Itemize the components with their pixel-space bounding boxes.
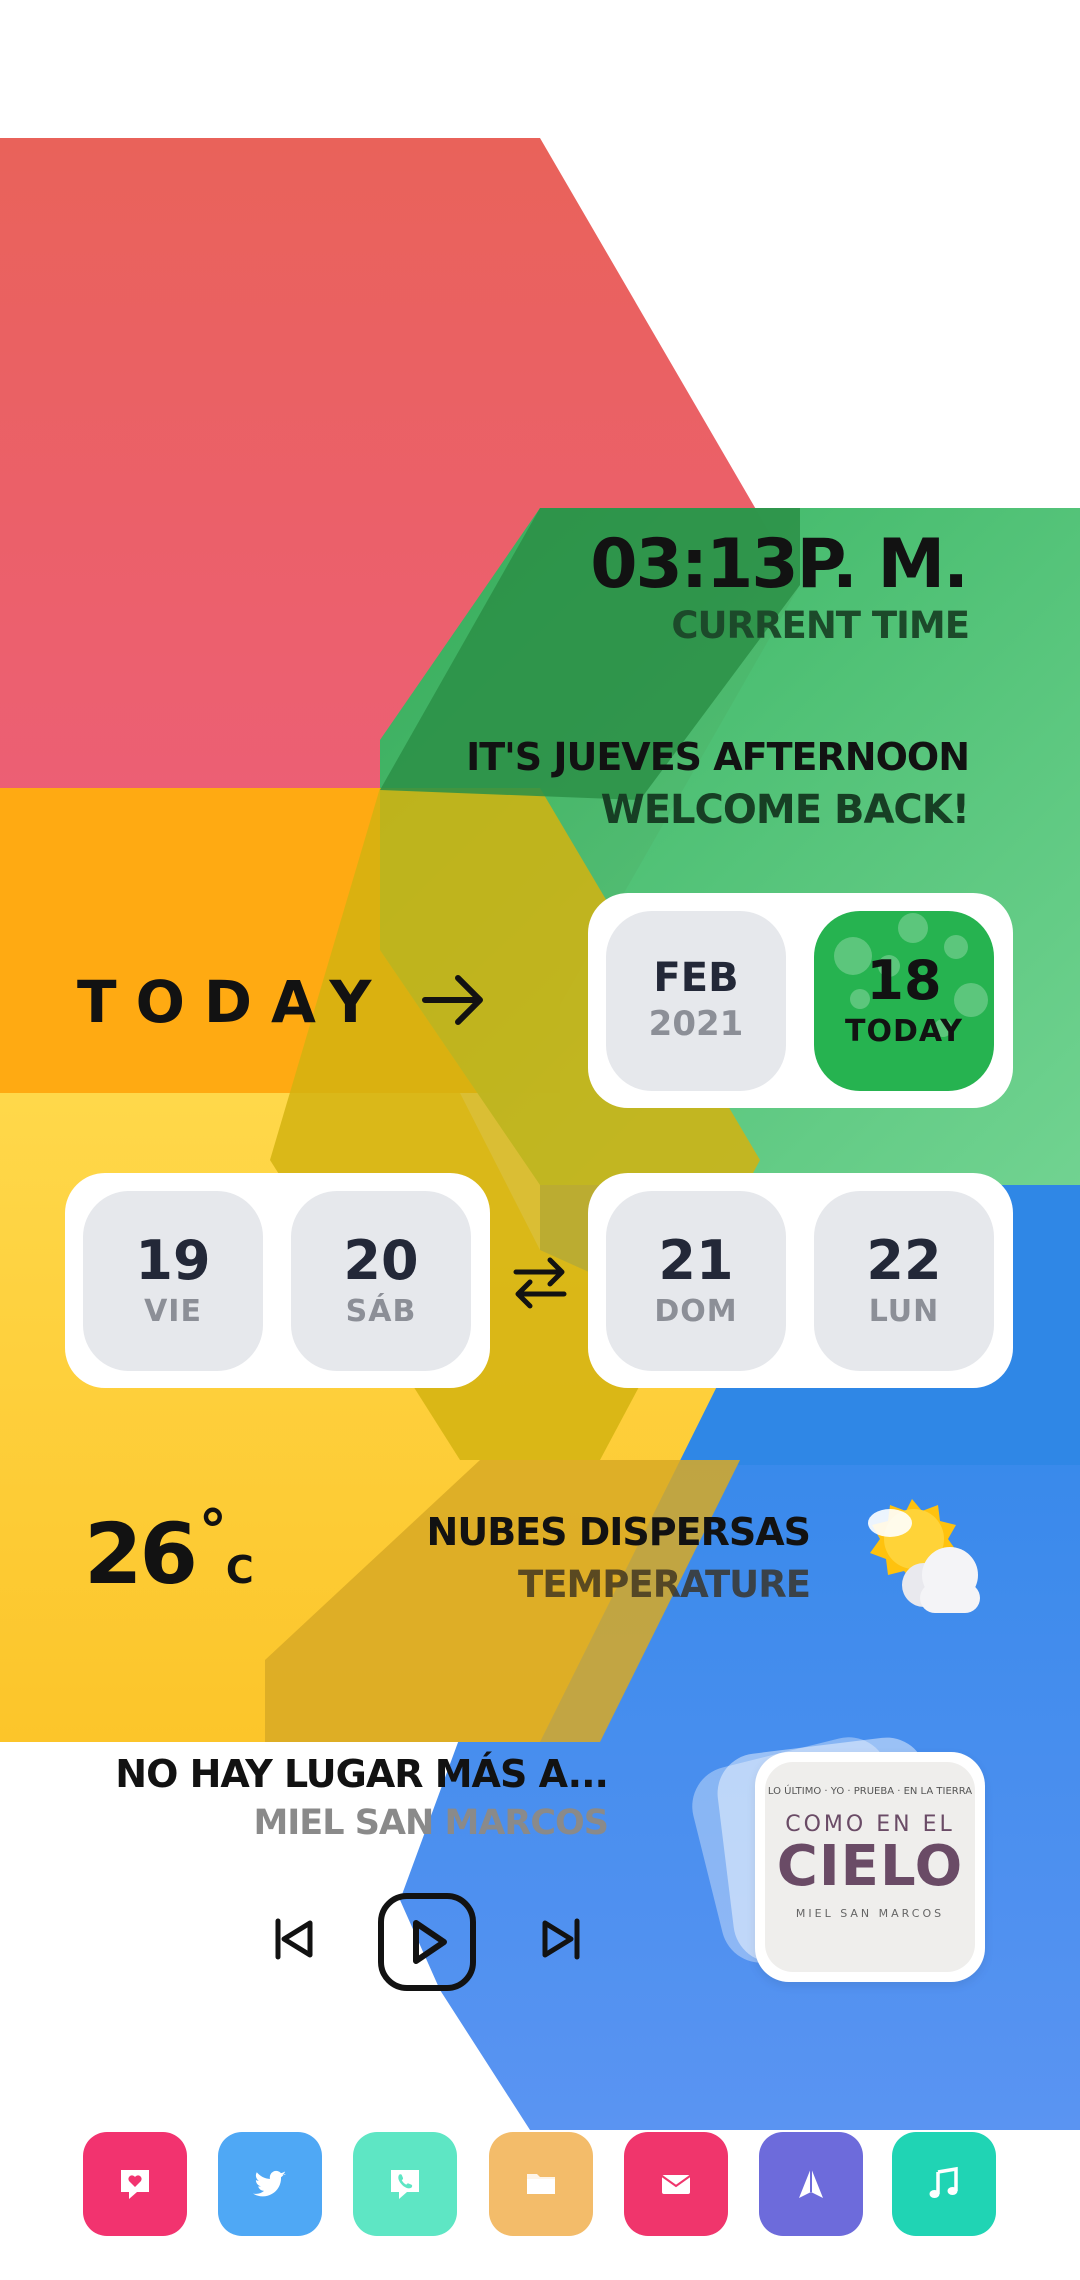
phone-icon [391,2170,419,2199]
today-label: TODAY [77,968,391,1036]
current-time-label: CURRENT TIME [671,604,970,647]
dock-app-music[interactable] [892,2132,996,2236]
dock-app-twitter[interactable] [218,2132,322,2236]
dock-app-chat[interactable] [83,2132,187,2236]
folder-icon [527,2174,555,2194]
weekday-text: SÁB [345,1293,417,1329]
next-track-button[interactable] [537,1915,585,1963]
dock-app-phone[interactable] [353,2132,457,2236]
date-card[interactable]: FEB 2021 18 TODAY [588,893,1013,1108]
month-text: FEB [653,955,739,1001]
weekday-text: LUN [868,1293,940,1329]
upcoming-days-card-left[interactable]: 19 VIE 20 SÁB [65,1173,490,1388]
dock-app-files[interactable] [489,2132,593,2236]
artist-name: MIEL SAN MARCOS [253,1803,609,1843]
greeting-text: IT'S JUEVES AFTERNOON [466,735,970,779]
welcome-text: WELCOME BACK! [600,787,970,833]
day-tile: 21 DOM [606,1191,786,1371]
temperature-number: 26 [84,1505,198,1603]
twitter-icon [253,2170,286,2197]
album-art[interactable]: LO ÚLTIMO · YO · PRUEBA · EN LA TIERRA C… [755,1752,985,1982]
day-number: 18 [866,948,942,1012]
today-text: TODAY [845,1013,963,1049]
play-button[interactable] [378,1893,476,1991]
temperature-value: 26°C [84,1499,254,1603]
degree-symbol: ° [198,1499,227,1564]
weekday-text: VIE [144,1293,202,1329]
weekday-text: DOM [654,1293,738,1329]
album-top-text: LO ÚLTIMO · YO · PRUEBA · EN LA TIERRA [767,1786,973,1797]
day-tile: 20 SÁB [291,1191,471,1371]
partly-cloudy-icon [868,1499,980,1613]
paper-plane-icon [799,2168,823,2198]
arrow-right-icon [422,975,483,1025]
current-time: 03:13P. M. [590,525,969,604]
swap-arrows-icon[interactable] [512,1254,568,1310]
upcoming-days-card-right[interactable]: 21 DOM 22 LUN [588,1173,1013,1388]
month-year-tile: FEB 2021 [606,911,786,1091]
dock-app-telegram[interactable] [759,2132,863,2236]
day-number: 19 [135,1228,211,1292]
dock-app-mail[interactable] [624,2132,728,2236]
today-day-tile: 18 TODAY [814,911,994,1091]
temperature-unit: C [225,1548,254,1592]
year-text: 2021 [648,1004,744,1044]
album-artist-text: MIEL SAN MARCOS [795,1907,945,1920]
day-number: 21 [658,1228,734,1292]
mail-icon [661,2175,691,2194]
day-number: 20 [343,1228,419,1292]
previous-track-button[interactable] [270,1915,318,1963]
weather-condition: NUBES DISPERSAS [426,1510,811,1554]
song-title: NO HAY LUGAR MÁS A... [115,1752,609,1796]
album-cover: LO ÚLTIMO · YO · PRUEBA · EN LA TIERRA C… [765,1762,975,1972]
music-note-icon [929,2166,958,2198]
temperature-label: TEMPERATURE [517,1563,811,1606]
day-tile: 19 VIE [83,1191,263,1371]
day-tile: 22 LUN [814,1191,994,1371]
chat-heart-icon [121,2170,149,2199]
album-title-line2: CIELO [776,1834,964,1899]
day-number: 22 [866,1228,942,1292]
